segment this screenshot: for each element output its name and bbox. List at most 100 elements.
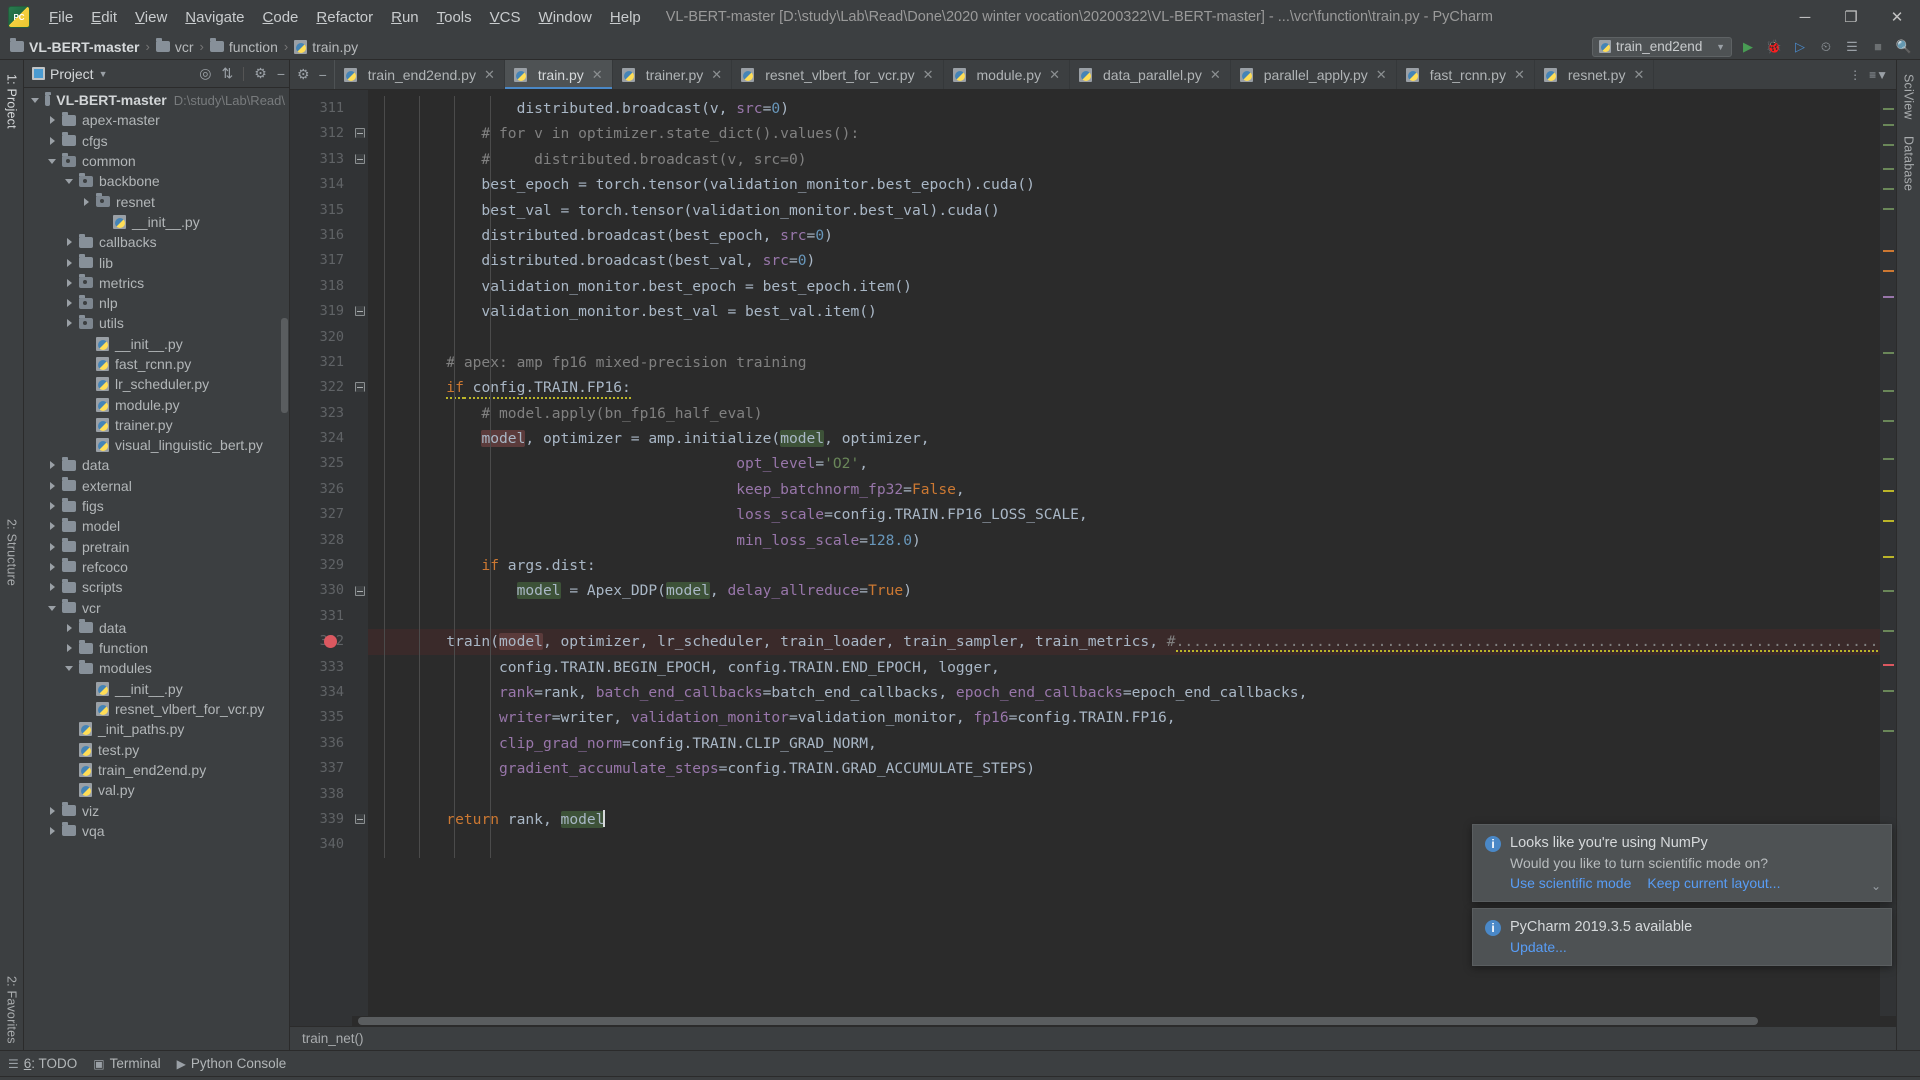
chevron-down-icon[interactable]: [47, 155, 59, 167]
line-number[interactable]: 326: [290, 477, 352, 502]
line-number[interactable]: 320: [290, 325, 352, 350]
code-breadcrumb[interactable]: train_net(): [290, 1026, 1896, 1050]
tree-item-refcoco[interactable]: refcoco: [24, 557, 289, 577]
maximize-button[interactable]: ❐: [1828, 0, 1874, 34]
chevron-right-icon[interactable]: [64, 642, 76, 654]
line-number[interactable]: 325: [290, 451, 352, 476]
line-number[interactable]: 311: [290, 96, 352, 121]
rail-item-structure[interactable]: 2: Structure: [5, 511, 19, 594]
chevron-right-icon[interactable]: [47, 459, 59, 471]
gear-icon[interactable]: ⚙: [254, 65, 267, 82]
line-number[interactable]: 339: [290, 807, 352, 832]
chevron-down-icon[interactable]: [64, 662, 76, 674]
chevron-right-icon[interactable]: [64, 297, 76, 309]
fold-toggle-icon[interactable]: [355, 585, 365, 596]
code-line[interactable]: model = Apex_DDP(model, delay_allreduce=…: [368, 578, 1880, 603]
fold-toggle-icon[interactable]: [355, 382, 365, 393]
code-line[interactable]: opt_level='O2',: [368, 451, 1880, 476]
tree-item-figs[interactable]: figs: [24, 496, 289, 516]
editor-tab-parallel-apply-py[interactable]: parallel_apply.py ✕: [1231, 60, 1397, 89]
code-line[interactable]: distributed.broadcast(best_epoch, src=0): [368, 223, 1880, 248]
code-line[interactable]: config.TRAIN.BEGIN_EPOCH, config.TRAIN.E…: [368, 655, 1880, 680]
code-line[interactable]: best_val = torch.tensor(validation_monit…: [368, 198, 1880, 223]
bottom-window-terminal[interactable]: ▣ Terminal: [93, 1056, 160, 1071]
tree-item-visual-linguistic-bert-py[interactable]: visual_linguistic_bert.py: [24, 435, 289, 455]
menu-item-vcs[interactable]: VCS: [481, 6, 530, 29]
collapse-all-icon[interactable]: ⇅: [222, 65, 234, 82]
chevron-right-icon[interactable]: [47, 500, 59, 512]
line-number[interactable]: 322: [290, 375, 352, 400]
tree-item-backbone[interactable]: backbone: [24, 171, 289, 191]
editor-tab-train-end2end-py[interactable]: train_end2end.py ✕: [335, 60, 505, 89]
code-line[interactable]: writer=writer, validation_monitor=valida…: [368, 705, 1880, 730]
tree-item-val-py[interactable]: val.py: [24, 780, 289, 800]
menu-item-refactor[interactable]: Refactor: [307, 6, 382, 29]
chevron-right-icon[interactable]: [47, 114, 59, 126]
editor-tab-module-py[interactable]: module.py ✕: [944, 60, 1070, 89]
tree-item-fast-rcnn-py[interactable]: fast_rcnn.py: [24, 354, 289, 374]
hide-icon[interactable]: −: [319, 67, 327, 83]
code-line[interactable]: distributed.broadcast(v, src=0): [368, 96, 1880, 121]
menu-bar[interactable]: File Edit View Navigate Code Refactor Run Tools…: [40, 6, 650, 29]
editor-tab-strip[interactable]: ⚙ − train_end2end.py ✕ train.py ✕ trainer.py…: [290, 60, 1896, 90]
tree-item-function[interactable]: function: [24, 638, 289, 658]
notification-action-keep-current-layout---[interactable]: Keep current layout...: [1647, 875, 1780, 891]
close-icon[interactable]: ✕: [484, 67, 495, 83]
bottom-tool-window-bar[interactable]: ☰ 6: TODO ▣ Terminal ▶ Python Console: [0, 1050, 1920, 1076]
code-marker[interactable]: [1883, 458, 1894, 460]
bottom-window-6--todo[interactable]: ☰ 6: TODO: [8, 1056, 77, 1071]
menu-item-tools[interactable]: Tools: [428, 6, 481, 29]
line-number[interactable]: 329: [290, 553, 352, 578]
code-line[interactable]: rank=rank, batch_end_callbacks=batch_end…: [368, 680, 1880, 705]
navbar-toolbar[interactable]: train_end2end ▼ ▶ 🐞 ▷ ⏲ ☰ ■ 🔍: [1592, 36, 1914, 57]
rail-item-project[interactable]: 1: Project: [5, 66, 19, 137]
chevron-down-icon[interactable]: ⌄: [1871, 879, 1881, 893]
tree-item---init---py[interactable]: __init__.py: [24, 212, 289, 232]
menu-item-navigate[interactable]: Navigate: [176, 6, 253, 29]
chevron-right-icon[interactable]: [81, 196, 93, 208]
tree-item-utils[interactable]: utils: [24, 313, 289, 333]
notification-actions[interactable]: Use scientific mode Keep current layout..…: [1510, 875, 1879, 891]
tabstrip-tools[interactable]: ⚙ −: [290, 60, 335, 89]
chevron-right-icon[interactable]: [64, 236, 76, 248]
notification-stack[interactable]: i Looks like you're using NumPy Would you …: [1472, 824, 1892, 972]
run-configuration-selector[interactable]: train_end2end ▼: [1592, 36, 1732, 57]
chevron-right-icon[interactable]: [47, 520, 59, 532]
tree-item---init---py[interactable]: __init__.py: [24, 334, 289, 354]
line-number[interactable]: 316: [290, 223, 352, 248]
close-icon[interactable]: ✕: [1633, 67, 1644, 83]
code-marker[interactable]: [1883, 352, 1894, 354]
chevron-right-icon[interactable]: [47, 581, 59, 593]
tree-item---init---py[interactable]: __init__.py: [24, 679, 289, 699]
close-icon[interactable]: ✕: [1049, 67, 1060, 83]
code-marker[interactable]: [1883, 108, 1894, 110]
tree-item-module-py[interactable]: module.py: [24, 394, 289, 414]
chevron-right-icon[interactable]: [64, 277, 76, 289]
code-marker[interactable]: [1883, 630, 1894, 632]
debug-icon[interactable]: 🐞: [1764, 37, 1784, 57]
editor-tab-data-parallel-py[interactable]: data_parallel.py ✕: [1070, 60, 1231, 89]
line-number[interactable]: 312: [290, 121, 352, 146]
tree-item-vl-bert-master[interactable]: VL-BERT-master D:\study\Lab\Read\: [24, 90, 289, 110]
code-marker[interactable]: [1883, 520, 1894, 522]
code-marker[interactable]: [1883, 296, 1894, 298]
line-number[interactable]: 334: [290, 680, 352, 705]
menu-item-code[interactable]: Code: [254, 6, 308, 29]
notification-action-update---[interactable]: Update...: [1510, 939, 1567, 955]
code-marker[interactable]: [1883, 590, 1894, 592]
chevron-down-icon[interactable]: [64, 175, 76, 187]
tree-item-pretrain[interactable]: pretrain: [24, 537, 289, 557]
tree-item-viz[interactable]: viz: [24, 800, 289, 820]
code-line[interactable]: # apex: amp fp16 mixed-precision trainin…: [368, 350, 1880, 375]
chevron-down-icon[interactable]: [47, 602, 59, 614]
code-marker[interactable]: [1883, 730, 1894, 732]
code-marker[interactable]: [1883, 250, 1894, 252]
code-line[interactable]: # for v in optimizer.state_dict().values…: [368, 121, 1880, 146]
line-number[interactable]: 317: [290, 248, 352, 273]
code-line[interactable]: [368, 325, 1880, 350]
code-marker[interactable]: [1883, 390, 1894, 392]
rail-item-sciview[interactable]: SciView: [1902, 66, 1916, 128]
run-icon[interactable]: ▶: [1738, 37, 1758, 57]
line-number[interactable]: 319: [290, 299, 352, 324]
coverage-icon[interactable]: ▷: [1790, 37, 1810, 57]
